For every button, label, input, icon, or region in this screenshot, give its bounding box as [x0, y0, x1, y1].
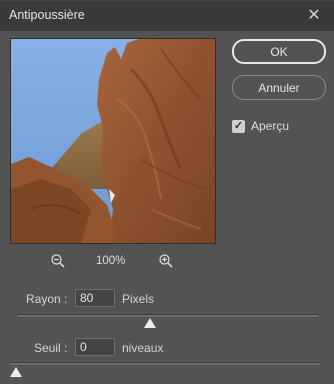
- seuil-label: Seuil :: [34, 341, 68, 355]
- seuil-slider-track[interactable]: [10, 362, 320, 365]
- seuil-input[interactable]: 0: [75, 338, 115, 356]
- rayon-unit: Pixels: [122, 292, 155, 306]
- preview-toggle[interactable]: ✓ Aperçu: [232, 119, 289, 133]
- preview-toggle-label: Aperçu: [251, 119, 290, 133]
- rayon-label: Rayon :: [26, 292, 68, 306]
- ok-button[interactable]: OK: [232, 39, 326, 64]
- checkmark-icon[interactable]: ✓: [232, 119, 245, 133]
- title-bar: Antipoussière ✕: [0, 0, 334, 31]
- preview-rock-image: [11, 39, 215, 243]
- window-title: Antipoussière: [9, 8, 85, 22]
- rayon-slider-thumb[interactable]: [144, 318, 156, 328]
- zoom-in-icon[interactable]: [158, 253, 174, 269]
- zoom-level: 100%: [96, 255, 126, 267]
- close-icon[interactable]: ✕: [304, 5, 324, 25]
- seuil-slider-thumb[interactable]: [10, 367, 22, 377]
- preview-image[interactable]: [10, 38, 216, 244]
- zoom-out-icon[interactable]: [50, 253, 66, 269]
- zoom-controls: 100%: [50, 253, 180, 271]
- cancel-button[interactable]: Annuler: [232, 75, 326, 100]
- rayon-slider-track[interactable]: [18, 314, 318, 317]
- rayon-input[interactable]: 80: [75, 289, 115, 307]
- seuil-unit: niveaux: [122, 341, 164, 355]
